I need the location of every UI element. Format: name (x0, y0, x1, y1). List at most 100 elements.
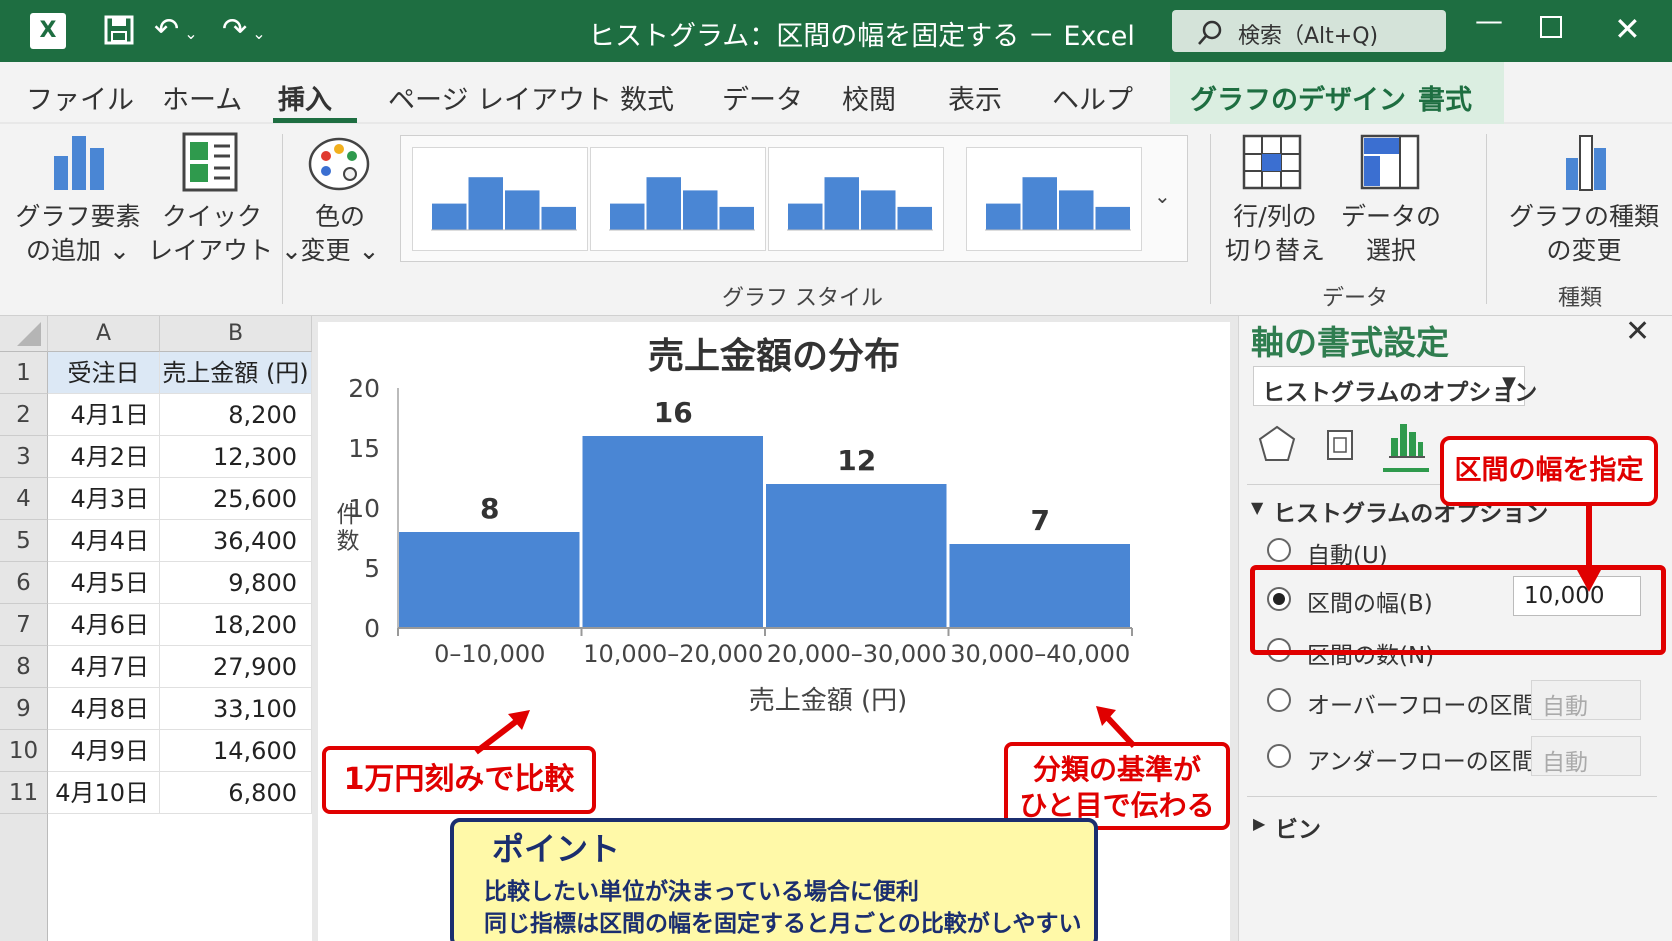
row-header[interactable]: 2 (0, 394, 48, 436)
search-box[interactable]: 検索（Alt+Q) (1172, 10, 1446, 52)
change-colors-button[interactable]: 色の 変更 ⌄ (290, 132, 390, 272)
redo-icon[interactable]: ↷ ⌄ (222, 12, 266, 47)
tab-page-layout[interactable]: ページ レイアウト (388, 78, 612, 117)
header-cell-date[interactable]: 受注日 (48, 352, 160, 394)
undo-icon[interactable]: ↶ ⌄ (154, 12, 198, 47)
row-header[interactable]: 6 (0, 562, 48, 604)
tab-insert[interactable]: 挿入 (278, 78, 332, 117)
row-header[interactable]: 5 (0, 520, 48, 562)
data-label: 7 (1031, 504, 1050, 537)
divider (1210, 134, 1211, 304)
row-header[interactable]: 1 (0, 352, 48, 394)
row-header[interactable]: 11 (0, 772, 48, 814)
add-chart-element-button[interactable]: グラフ要素 の追加 ⌄ (14, 132, 142, 272)
amount-cell[interactable]: 25,600 (160, 478, 312, 520)
add-element-line1: グラフ要素 (15, 202, 141, 231)
header-cell-amount[interactable]: 売上金額 (円) (160, 352, 312, 394)
axis-options-icon[interactable] (1389, 420, 1425, 460)
column-header-b[interactable]: B (160, 316, 312, 352)
tab-review[interactable]: 校閲 (842, 78, 896, 117)
underflow-radio[interactable] (1267, 744, 1291, 768)
maximize-icon[interactable] (1540, 16, 1562, 38)
date-cell[interactable]: 4月3日 (48, 478, 160, 520)
thumb-bar (986, 203, 1021, 230)
bins-section-header[interactable]: ビン (1275, 810, 1321, 844)
amount-cell[interactable]: 9,800 (160, 562, 312, 604)
overflow-radio[interactable] (1267, 688, 1291, 712)
switch-row-column-button[interactable]: 行/列の 切り替え (1220, 132, 1330, 272)
date-cell[interactable]: 4月10日 (48, 772, 160, 814)
date-cell[interactable]: 4月9日 (48, 730, 160, 772)
select-all-corner[interactable] (0, 316, 48, 352)
minimize-icon[interactable]: — (1475, 4, 1503, 37)
thumb-bar (1059, 190, 1094, 230)
pane-close-icon[interactable]: ✕ (1625, 314, 1650, 349)
amount-cell[interactable]: 8,200 (160, 394, 312, 436)
tab-formulas[interactable]: 数式 (620, 78, 674, 117)
close-window-icon[interactable]: ✕ (1614, 10, 1641, 48)
histogram-bar[interactable] (582, 436, 764, 628)
tab-home[interactable]: ホーム (162, 78, 242, 117)
column-header-a[interactable]: A (48, 316, 160, 352)
switch-line1: 行/列の (1233, 202, 1317, 231)
fill-line-icon[interactable] (1257, 424, 1297, 464)
tab-file[interactable]: ファイル (26, 78, 134, 117)
auto-radio[interactable] (1267, 538, 1291, 562)
tab-chart-design[interactable]: グラフのデザイン (1190, 78, 1406, 117)
x-tick-label: 0–10,000 (434, 640, 545, 668)
chart-styles-group-label: グラフ スタイル (722, 286, 883, 311)
underflow-input: 自動 (1531, 736, 1641, 776)
histogram-chart[interactable]: 売上金額の分布 件数 売上金額 (円) 0510152080–10,000161… (318, 322, 1230, 762)
section-collapse-icon[interactable]: ▼ (1251, 498, 1263, 517)
date-cell[interactable]: 4月4日 (48, 520, 160, 562)
tab-format[interactable]: 書式 (1418, 78, 1472, 117)
tab-view[interactable]: 表示 (948, 78, 1002, 117)
amount-cell[interactable]: 6,800 (160, 772, 312, 814)
date-cell[interactable]: 4月6日 (48, 604, 160, 646)
amount-cell[interactable]: 14,600 (160, 730, 312, 772)
gallery-more-button[interactable]: ⌄ (1154, 184, 1171, 208)
point-box: ポイント 比較したい単位が決まっている場合に便利 同じ指標は区間の幅を固定すると… (450, 818, 1098, 941)
change-type-line1: グラフの種類 (1508, 202, 1659, 231)
histogram-bar[interactable] (766, 484, 947, 628)
dropdown-arrow-icon: ▼ (1502, 373, 1516, 394)
amount-cell[interactable]: 33,100 (160, 688, 312, 730)
amount-cell[interactable]: 27,900 (160, 646, 312, 688)
histogram-bar[interactable] (399, 532, 580, 628)
chart-title[interactable]: 売上金額の分布 (648, 335, 900, 377)
quick-layout-button[interactable]: クイック レイアウト ⌄ (148, 132, 302, 272)
date-cell[interactable]: 4月7日 (48, 646, 160, 688)
date-cell[interactable]: 4月5日 (48, 562, 160, 604)
chart-style-thumb-1[interactable] (412, 147, 588, 251)
options-dropdown[interactable]: ヒストグラムのオプション ▼ (1253, 366, 1537, 406)
row-header[interactable]: 10 (0, 730, 48, 772)
x-tick-label: 30,000–40,000 (950, 640, 1130, 668)
change-chart-type-button[interactable]: グラフの種類 の変更 (1500, 132, 1668, 272)
date-cell[interactable]: 4月8日 (48, 688, 160, 730)
histogram-bar[interactable] (949, 544, 1131, 628)
chart-style-thumb-4[interactable] (966, 147, 1142, 251)
row-header[interactable]: 7 (0, 604, 48, 646)
thumb-bar (861, 190, 896, 230)
amount-cell[interactable]: 12,300 (160, 436, 312, 478)
select-data-button[interactable]: データの 選択 (1336, 132, 1446, 272)
date-cell[interactable]: 4月1日 (48, 394, 160, 436)
amount-cell[interactable]: 18,200 (160, 604, 312, 646)
tab-help[interactable]: ヘルプ (1052, 78, 1133, 117)
row-header[interactable]: 8 (0, 646, 48, 688)
search-placeholder: 検索（Alt+Q) (1238, 24, 1379, 49)
size-properties-icon[interactable] (1325, 428, 1355, 462)
amount-cell[interactable]: 36,400 (160, 520, 312, 562)
row-header[interactable]: 3 (0, 436, 48, 478)
row-header[interactable]: 4 (0, 478, 48, 520)
date-cell[interactable]: 4月2日 (48, 436, 160, 478)
bins-expand-icon[interactable]: ▶ (1253, 814, 1265, 833)
x-axis-title[interactable]: 売上金額 (円) (749, 686, 908, 716)
save-icon[interactable] (104, 15, 134, 49)
select-data-line2: 選択 (1365, 236, 1416, 265)
chart-style-thumb-2[interactable] (590, 147, 766, 251)
tab-data[interactable]: データ (722, 78, 803, 117)
data-label: 12 (837, 444, 876, 477)
row-header[interactable]: 9 (0, 688, 48, 730)
chart-style-thumb-3[interactable] (768, 147, 944, 251)
